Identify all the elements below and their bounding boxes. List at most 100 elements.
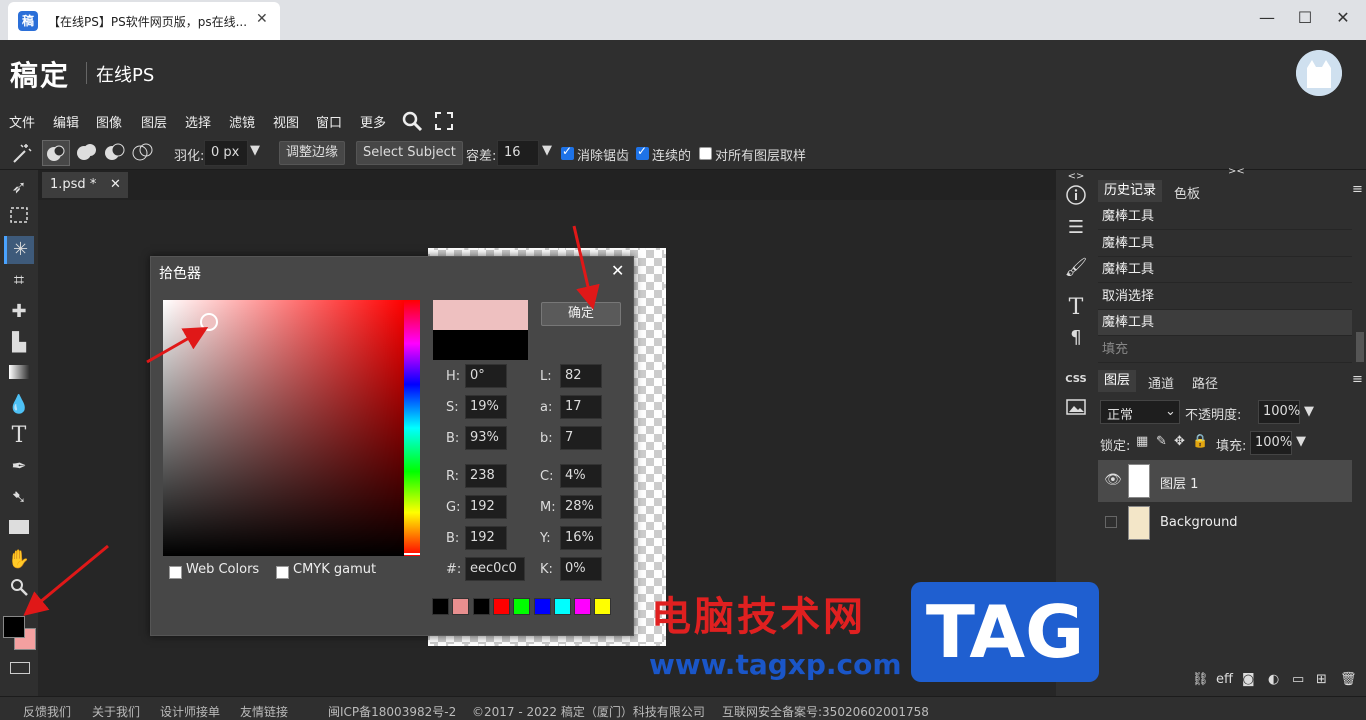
- crop-tool-icon[interactable]: ⌗: [4, 267, 34, 295]
- hue-slider-marker[interactable]: [404, 553, 420, 555]
- saturation-field[interactable]: 19%: [465, 395, 507, 419]
- history-item[interactable]: 魔棒工具: [1098, 204, 1352, 230]
- healing-brush-tool-icon[interactable]: ✚: [4, 298, 34, 326]
- palette-swatch[interactable]: [574, 598, 592, 615]
- history-panel-menu-icon[interactable]: ≡: [1352, 182, 1363, 197]
- tolerance-input[interactable]: 16: [497, 140, 539, 166]
- palette-swatch[interactable]: [452, 598, 470, 615]
- hand-tool-icon[interactable]: ✋: [4, 546, 34, 574]
- window-minimize-button[interactable]: —: [1252, 8, 1282, 27]
- lab-a-field[interactable]: 17: [560, 395, 602, 419]
- footer-link-friends[interactable]: 友情链接: [240, 703, 288, 720]
- menu-view[interactable]: 视图: [273, 112, 299, 131]
- history-item[interactable]: 取消选择: [1098, 284, 1352, 310]
- feather-dropdown-icon[interactable]: ▼: [250, 143, 260, 158]
- adjustments-icon[interactable]: ☰: [1062, 214, 1090, 242]
- collapse-arrows-icon[interactable]: <>: [1062, 172, 1090, 182]
- menu-edit[interactable]: 编辑: [53, 112, 79, 131]
- yellow-field[interactable]: 16%: [560, 526, 602, 550]
- tolerance-dropdown-icon[interactable]: ▼: [542, 143, 552, 158]
- delete-layer-icon[interactable]: 🗑: [1340, 672, 1357, 687]
- document-tab[interactable]: 1.psd * ✕: [42, 172, 128, 198]
- footer-link-about[interactable]: 关于我们: [92, 703, 140, 720]
- tab-swatches[interactable]: 色板: [1174, 183, 1200, 202]
- layer-effects-icon[interactable]: eff: [1216, 672, 1233, 687]
- css-icon[interactable]: CSS: [1062, 366, 1090, 394]
- palette-swatch[interactable]: [533, 598, 551, 615]
- opacity-dropdown-icon[interactable]: ▼: [1304, 404, 1314, 419]
- lock-all-icon[interactable]: 🔒: [1192, 434, 1208, 449]
- cyan-field[interactable]: 4%: [560, 464, 602, 488]
- menu-more[interactable]: 更多: [360, 112, 386, 131]
- stamp-tool-icon[interactable]: ▙: [4, 329, 34, 357]
- window-maximize-button[interactable]: ☐: [1290, 8, 1320, 27]
- palette-swatch[interactable]: [472, 598, 490, 615]
- menu-filter[interactable]: 滤镜: [229, 112, 255, 131]
- layer-row[interactable]: Background: [1098, 502, 1352, 544]
- selection-mode-add[interactable]: [74, 140, 100, 166]
- selection-mode-intersect[interactable]: [130, 140, 156, 166]
- new-layer-icon[interactable]: ⊞: [1316, 672, 1327, 687]
- selection-mode-subtract[interactable]: [102, 140, 128, 166]
- magic-wand-tool-icon[interactable]: ✳: [4, 236, 34, 264]
- green-field[interactable]: 192: [465, 495, 507, 519]
- document-tab-close-icon[interactable]: ✕: [110, 172, 121, 198]
- hex-field[interactable]: eec0c0: [465, 557, 525, 581]
- layer-mask-icon[interactable]: ◙: [1242, 672, 1255, 687]
- history-item[interactable]: 魔棒工具: [1098, 231, 1352, 257]
- footer-icp[interactable]: 闽ICP备18003982号-2: [328, 703, 456, 720]
- color-picker-close-icon[interactable]: ✕: [611, 261, 624, 280]
- brush-icon[interactable]: 🖌: [1062, 254, 1090, 282]
- history-item[interactable]: 魔棒工具: [1098, 310, 1352, 336]
- fullscreen-icon[interactable]: [435, 112, 453, 130]
- menu-select[interactable]: 选择: [185, 112, 211, 131]
- layers-panel-menu-icon[interactable]: ≡: [1352, 372, 1363, 387]
- gradient-tool-icon[interactable]: [4, 360, 34, 388]
- ok-button[interactable]: 确定: [541, 302, 621, 326]
- brightness-field[interactable]: 93%: [465, 426, 507, 450]
- selection-mode-new[interactable]: [42, 140, 70, 166]
- opacity-input[interactable]: 100%: [1258, 400, 1300, 424]
- tab-channels[interactable]: 通道: [1148, 373, 1174, 392]
- text-tool-icon[interactable]: T: [4, 422, 34, 450]
- image-icon[interactable]: [1062, 396, 1090, 424]
- menu-window[interactable]: 窗口: [316, 112, 342, 131]
- window-close-button[interactable]: ✕: [1328, 8, 1358, 27]
- palette-swatch[interactable]: [553, 598, 571, 615]
- palette-swatch[interactable]: [492, 598, 510, 615]
- web-colors-checkbox[interactable]: [169, 566, 182, 579]
- refine-edge-button[interactable]: 调整边缘: [279, 141, 346, 165]
- saturation-brightness-field[interactable]: [163, 300, 405, 556]
- tab-paths[interactable]: 路径: [1192, 373, 1218, 392]
- menu-layer[interactable]: 图层: [141, 112, 167, 131]
- magenta-field[interactable]: 28%: [560, 495, 602, 519]
- move-tool-icon[interactable]: ➶: [4, 174, 34, 202]
- contiguous-checkbox[interactable]: [636, 144, 649, 160]
- sample-all-layers-checkbox[interactable]: [699, 147, 712, 160]
- history-item[interactable]: 魔棒工具: [1098, 257, 1352, 283]
- group-icon[interactable]: ▭: [1292, 672, 1304, 687]
- tab-close-icon[interactable]: ✕: [256, 11, 268, 27]
- blur-tool-icon[interactable]: 💧: [4, 391, 34, 419]
- blue-field[interactable]: 192: [465, 526, 507, 550]
- path-select-tool-icon[interactable]: ➷: [4, 484, 34, 512]
- fill-dropdown-icon[interactable]: ▼: [1296, 434, 1306, 449]
- feather-input[interactable]: 0 px: [204, 140, 248, 166]
- browser-tab[interactable]: 稿 【在线PS】PS软件网页版，ps在线... ✕: [8, 2, 280, 40]
- info-icon[interactable]: [1062, 184, 1090, 212]
- character-icon[interactable]: T: [1062, 294, 1090, 322]
- layer-row[interactable]: 👁 图层 1: [1098, 460, 1352, 502]
- app-logo[interactable]: 稿定: [10, 54, 70, 94]
- foreground-color-swatch[interactable]: [3, 616, 25, 638]
- footer-security[interactable]: 互联网安全备案号:35020602001758: [722, 703, 929, 720]
- search-icon[interactable]: [401, 110, 423, 132]
- pen-tool-icon[interactable]: ✒: [4, 453, 34, 481]
- footer-link-designer[interactable]: 设计师接单: [160, 703, 220, 720]
- expand-arrows-icon[interactable]: ><: [1228, 166, 1245, 177]
- eye-icon[interactable]: 👁: [1104, 472, 1122, 488]
- adjustment-layer-icon[interactable]: ◐: [1268, 672, 1279, 687]
- antialias-checkbox[interactable]: [561, 144, 574, 160]
- menu-file[interactable]: 文件: [9, 112, 35, 131]
- shape-tool-icon[interactable]: [4, 515, 34, 543]
- visibility-toggle[interactable]: [1105, 516, 1117, 528]
